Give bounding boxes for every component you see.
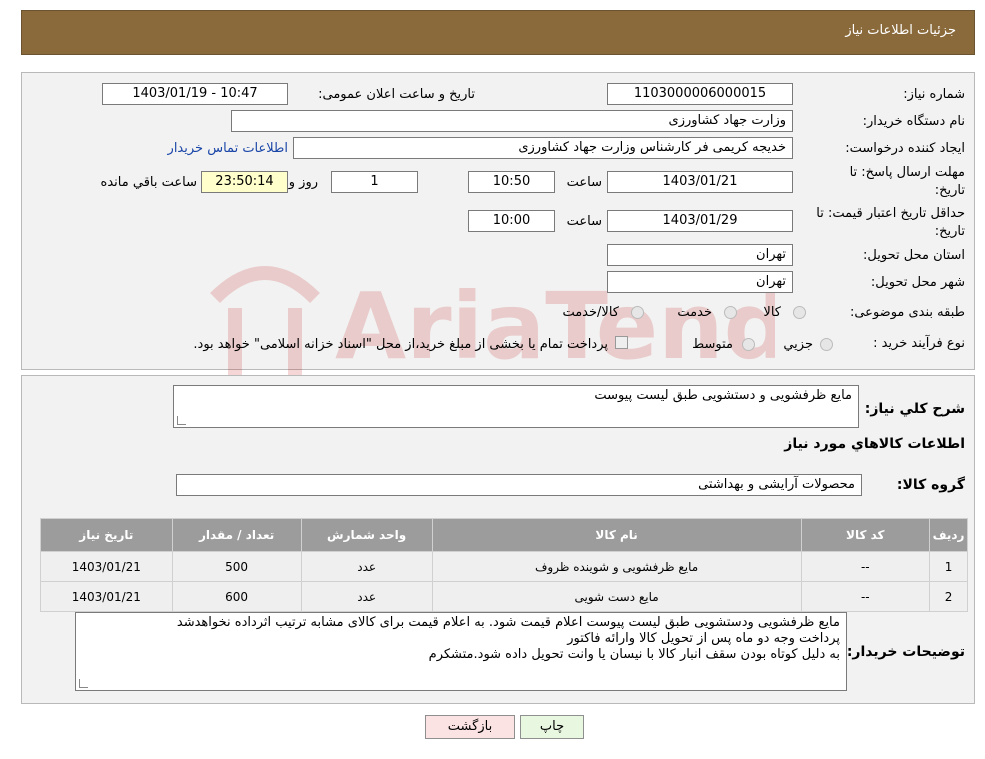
need-number-label: شماره نیاز: [903,87,965,102]
cell-row: 1 [929,551,968,582]
city-field: تهران [607,271,793,293]
print-button[interactable]: چاپ [520,715,584,739]
cell-date: 1403/01/21 [40,551,173,582]
category-goods-radio[interactable] [793,306,806,319]
city-label: شهر محل تحویل: [870,275,965,290]
category-goods-service-radio[interactable] [631,306,644,319]
buyer-notes-label: توضیحات خریدار: [846,644,965,660]
cell-unit: عدد [300,551,433,582]
col-row-header: رديف [929,518,968,552]
buyer-org-field: وزارت جهاد کشاورزی [231,110,793,132]
cell-code: -- [800,581,931,612]
buyer-notes-textarea: مایع ظرفشویی ودستشویی طبق لیست پیوست اعل… [75,612,847,691]
announce-label: تاریخ و ساعت اعلان عمومی: [318,87,475,102]
payment-treasury-checkbox[interactable] [615,336,628,349]
days-label: روز و [288,175,318,190]
creator-field: خدیجه کریمی فر کارشناس وزارت جهاد کشاورز… [293,137,793,159]
goods-group-field: محصولات آرایشی و بهداشتی [176,474,862,496]
remaining-label: ساعت باقي مانده [100,175,197,190]
summary-text: مایع ظرفشویی و دستشویی طبق لیست پیوست [594,388,852,403]
validity-label-2: تاریخ: [934,224,965,239]
cell-qty: 600 [171,581,302,612]
table-header-row: رديف کد کالا نام کالا واحد شمارش تعداد /… [40,518,968,552]
buyer-note-line: به دلیل کوتاه بودن سقف انبار کالا با نیس… [428,647,840,662]
process-medium-radio[interactable] [742,338,755,351]
process-medium-label: متوسط [692,337,733,352]
payment-note: پرداخت تمام یا بخشی از مبلغ خرید،از محل … [193,337,608,352]
table-row: 1 -- مایع ظرفشویی و شوینده ظروف عدد 500 … [40,551,968,582]
deadline-time-field: 10:50 [468,171,555,193]
province-label: استان محل تحویل: [863,248,965,263]
buyer-note-line: مایع ظرفشویی ودستشویی طبق لیست پیوست اعل… [176,615,840,630]
buyer-org-label: نام دستگاه خریدار: [862,114,965,129]
table-row: 2 -- مایع دست شویی عدد 600 1403/01/21 [40,581,968,612]
category-goods-label: کالا [763,305,781,320]
cell-date: 1403/01/21 [40,581,173,612]
category-label: طبقه بندی موضوعی: [849,305,965,320]
col-qty-header: تعداد / مقدار [171,518,302,552]
province-field: تهران [607,244,793,266]
page-title: جزئیات اطلاعات نیاز [845,23,956,38]
goods-table: رديف کد کالا نام کالا واحد شمارش تعداد /… [40,518,968,612]
resize-grip-icon[interactable] [79,679,88,688]
cell-code: -- [800,551,931,582]
summary-label: شرح کلي نياز: [864,401,965,417]
buyer-contact-link[interactable]: اطلاعات تماس خریدار [168,141,288,156]
cell-row: 2 [929,581,968,612]
validity-time-label: ساعت [566,214,602,229]
process-minor-radio[interactable] [820,338,833,351]
process-minor-label: جزيي [783,337,813,352]
cell-name: مایع ظرفشویی و شوینده ظروف [431,551,802,582]
deadline-time-label: ساعت [566,175,602,190]
validity-date-field: 1403/01/29 [607,210,793,232]
goods-info-title: اطلاعات کالاهاي مورد نياز [784,436,965,452]
col-code-header: کد کالا [800,518,931,552]
creator-label: ایجاد کننده درخواست: [845,141,965,156]
category-service-label: خدمت [677,305,712,320]
category-service-radio[interactable] [724,306,737,319]
deadline-label-2: تاریخ: [934,183,965,198]
buyer-note-line: پرداخت وجه دو ماه پس از تحویل کالا وارائ… [567,631,840,646]
process-label: نوع فرآیند خرید : [873,336,965,351]
category-goods-service-label: کالا/خدمت [562,305,619,320]
summary-textarea: مایع ظرفشویی و دستشویی طبق لیست پیوست [173,385,859,428]
need-number-field: 1103000006000015 [607,83,793,105]
deadline-date-field: 1403/01/21 [607,171,793,193]
col-date-header: تاریخ نیاز [40,518,173,552]
days-remaining-field: 1 [331,171,418,193]
col-unit-header: واحد شمارش [300,518,433,552]
cell-qty: 500 [171,551,302,582]
page-header: جزئیات اطلاعات نیاز [21,10,975,55]
cell-unit: عدد [300,581,433,612]
deadline-label: مهلت ارسال پاسخ: تا [849,165,965,180]
back-button[interactable]: بازگشت [425,715,515,739]
validity-label: حداقل تاریخ اعتبار قیمت: تا [816,206,965,221]
cell-name: مایع دست شویی [431,581,802,612]
goods-group-label: گروه کالا: [896,477,965,493]
resize-grip-icon[interactable] [177,416,186,425]
validity-time-field: 10:00 [468,210,555,232]
announce-datetime-field: 1403/01/19 - 10:47 [102,83,288,105]
col-name-header: نام کالا [431,518,802,552]
remaining-time-field: 23:50:14 [201,171,288,193]
